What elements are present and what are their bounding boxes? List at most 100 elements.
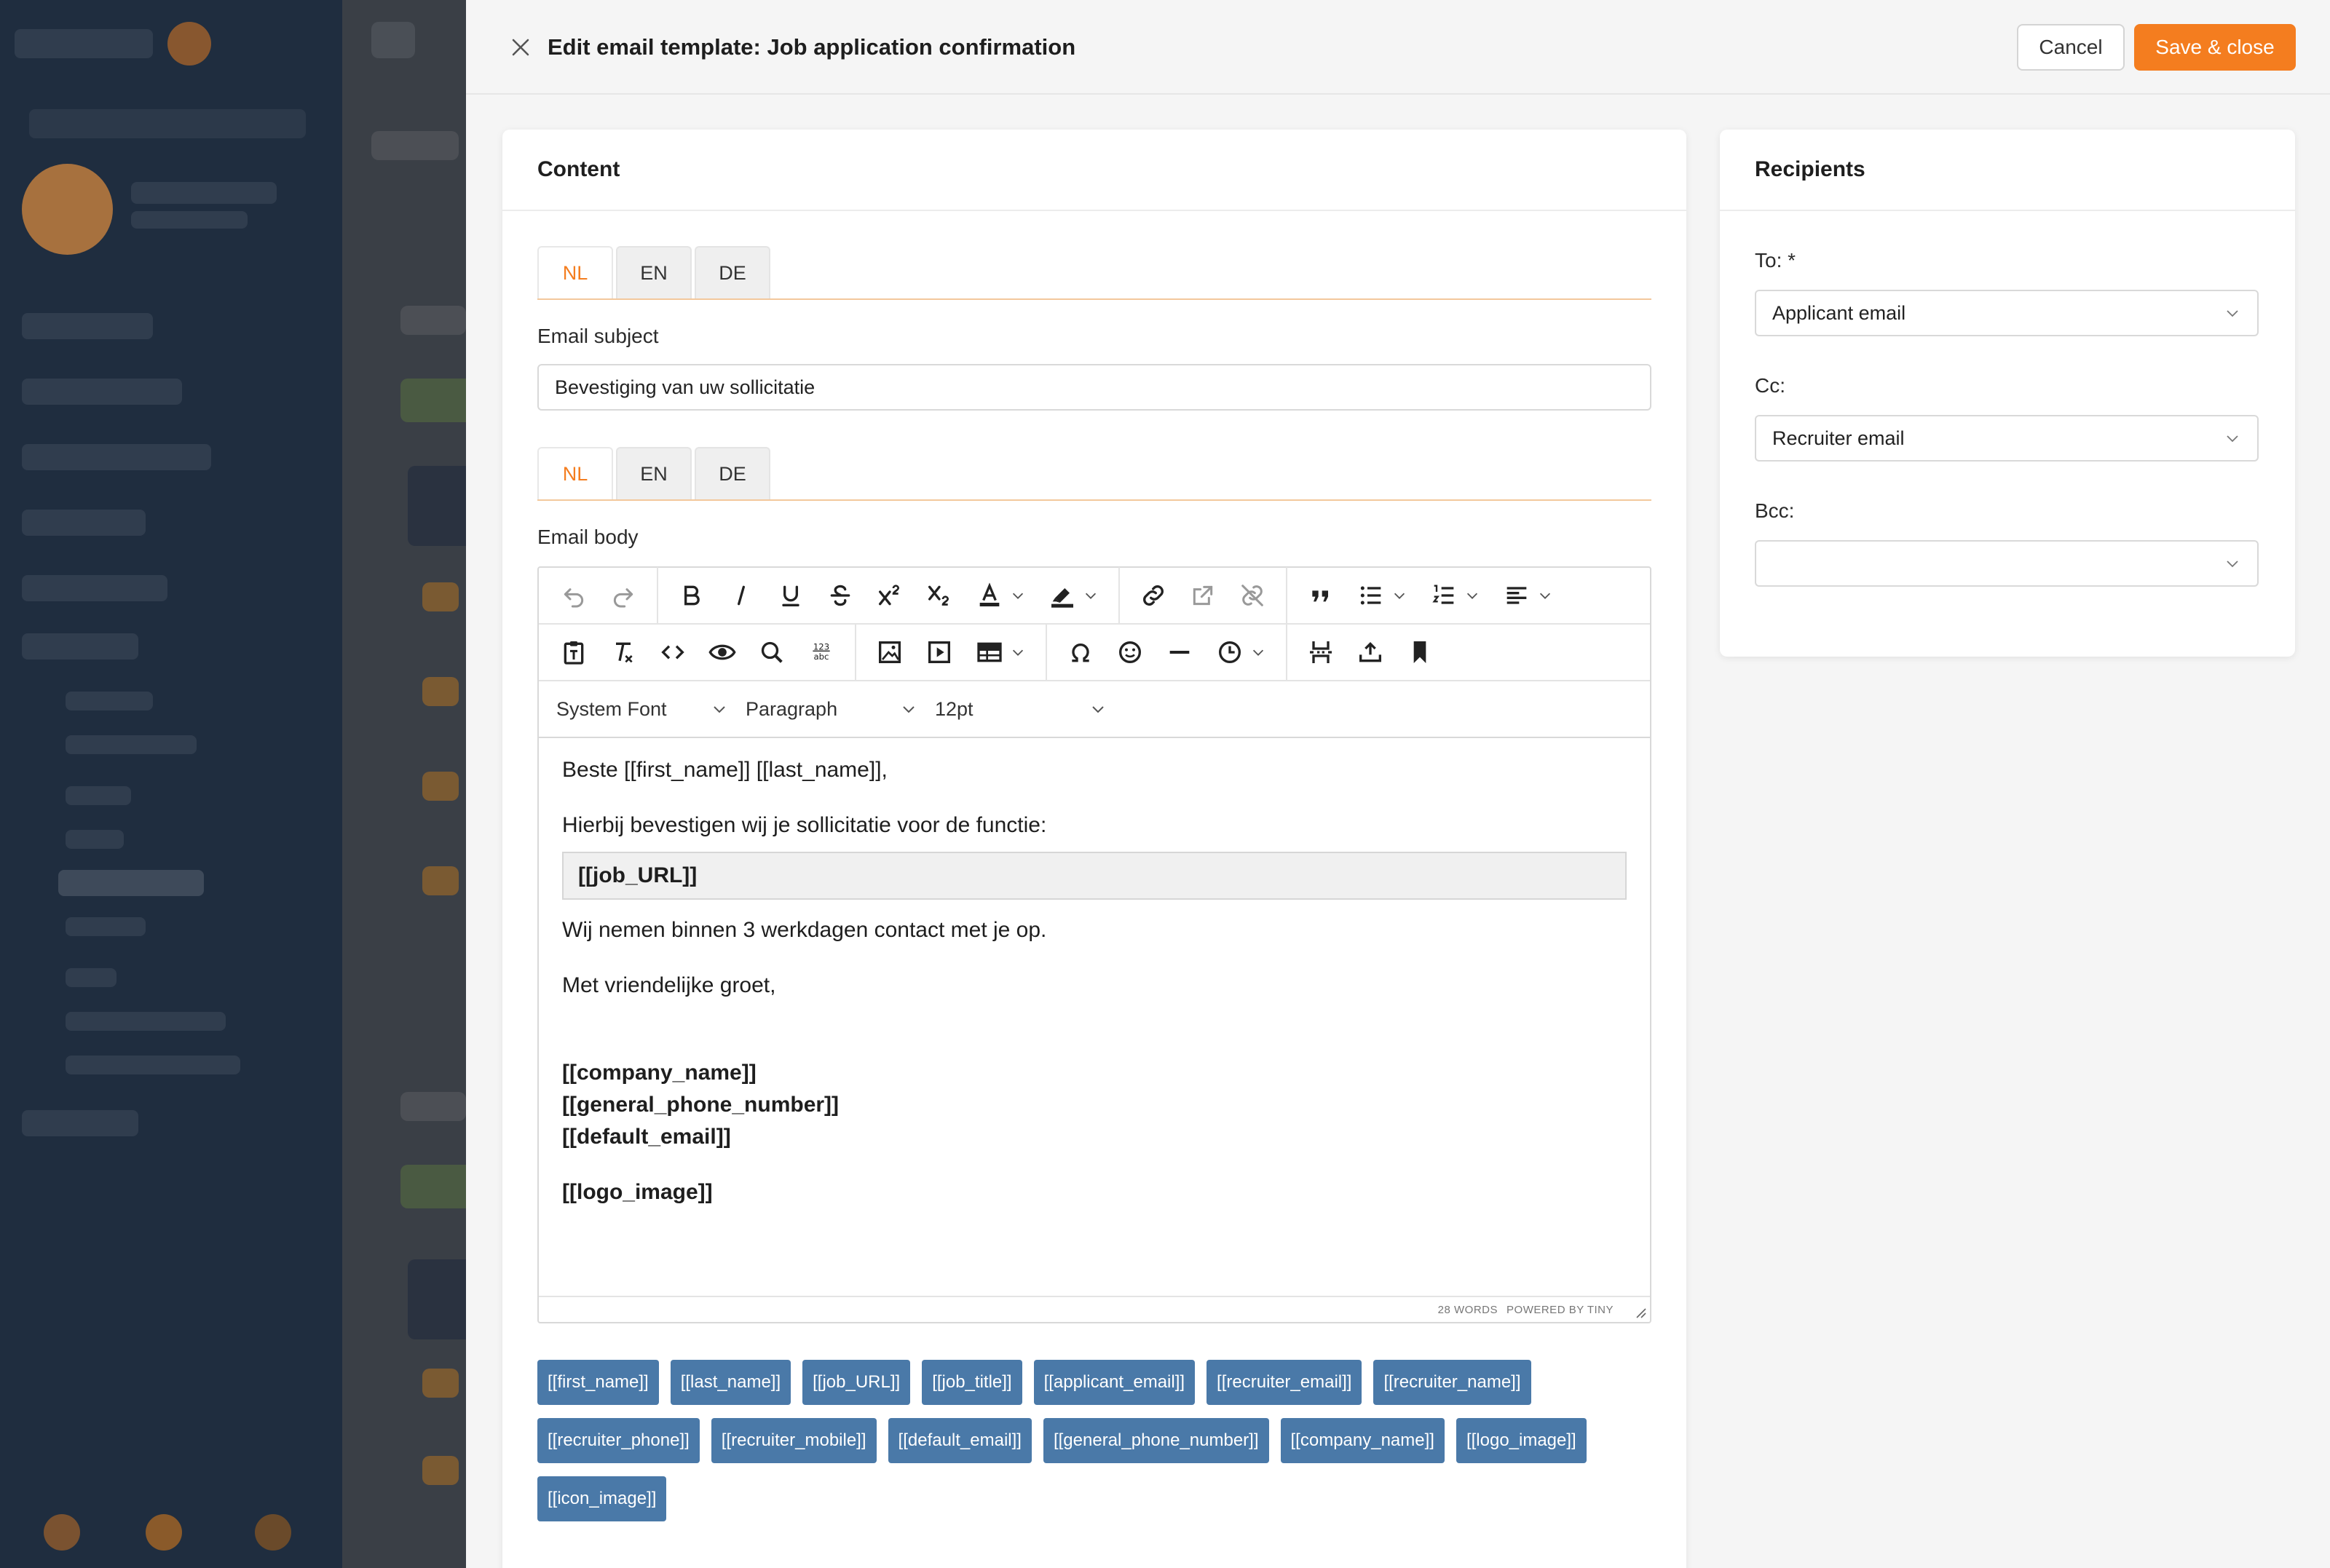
placeholder-tag[interactable]: [[default_email]] — [888, 1418, 1032, 1463]
body-email: [[default_email]] — [562, 1125, 731, 1149]
email-subject-input[interactable]: Bevestiging van uw sollicitatie — [537, 364, 1651, 411]
block-format-value: Paragraph — [746, 697, 838, 720]
table-icon — [977, 642, 1002, 662]
resize-handle-icon[interactable] — [1632, 1304, 1647, 1319]
placeholder-tag[interactable]: [[recruiter_phone]] — [537, 1418, 700, 1463]
open-link-button[interactable] — [1178, 574, 1228, 617]
bullet-list-button[interactable] — [1346, 574, 1418, 617]
placeholder-tag[interactable]: [[company_name]] — [1280, 1418, 1445, 1463]
save-close-button[interactable]: Save & close — [2134, 24, 2296, 71]
placeholder-tag[interactable]: [[job_URL]] — [802, 1360, 911, 1405]
subscript-button[interactable] — [915, 574, 964, 617]
undo-button[interactable] — [549, 574, 599, 617]
horizontal-line-button[interactable] — [1155, 630, 1204, 674]
chevron-down-icon — [1394, 593, 1405, 599]
page-break-button[interactable] — [1296, 630, 1346, 674]
italic-icon — [738, 585, 745, 606]
tab-body-nl[interactable]: NL — [537, 447, 613, 499]
superscript-button[interactable] — [865, 574, 915, 617]
placeholder-tag[interactable]: [[recruiter_mobile]] — [711, 1418, 877, 1463]
insert-template-button[interactable] — [1346, 630, 1395, 674]
placeholder-tag[interactable]: [[icon_image]] — [537, 1476, 667, 1521]
recipients-heading: Recipients — [1720, 130, 2295, 211]
cancel-button[interactable]: Cancel — [2017, 24, 2125, 71]
spellcheck-button[interactable]: 123 abc — [797, 630, 846, 674]
unlink-button[interactable] — [1228, 574, 1277, 617]
text-color-button[interactable] — [964, 574, 1037, 617]
paste-text-button[interactable] — [549, 630, 599, 674]
placeholder-tag[interactable]: [[applicant_email]] — [1033, 1360, 1196, 1405]
insert-media-button[interactable] — [915, 630, 964, 674]
body-phone: [[general_phone_number]] — [562, 1093, 840, 1117]
tab-subject-en[interactable]: EN — [616, 246, 692, 298]
undo-icon — [564, 588, 584, 608]
chevron-down-icon — [1539, 593, 1551, 599]
font-size-select[interactable]: 12pt — [935, 698, 1107, 721]
search-replace-button[interactable] — [747, 630, 797, 674]
chevron-down-icon — [1092, 706, 1104, 713]
cc-value: Recruiter email — [1772, 427, 1905, 449]
insert-datetime-button[interactable] — [1204, 630, 1277, 674]
smiley-icon — [1119, 641, 1141, 663]
code-icon — [661, 645, 684, 660]
redo-button[interactable] — [599, 574, 648, 617]
placeholder-tag[interactable]: [[general_phone_number]] — [1043, 1418, 1269, 1463]
close-button[interactable] — [504, 31, 537, 64]
placeholder-tag[interactable]: [[first_name]] — [537, 1360, 659, 1405]
insert-table-button[interactable] — [964, 630, 1037, 674]
placeholder-tag[interactable]: [[recruiter_email]] — [1207, 1360, 1362, 1405]
editor-body[interactable]: Beste [[first_name]] [[last_name]], Hier… — [562, 754, 1627, 1208]
placeholder-tag[interactable]: [[logo_image]] — [1456, 1418, 1587, 1463]
external-link-icon — [1193, 585, 1213, 606]
chevron-down-icon — [1012, 649, 1024, 656]
recipients-card: Recipients To: * Applicant email Cc: Rec… — [1720, 130, 2295, 657]
edit-template-drawer: Edit email template: Job application con… — [466, 0, 2330, 1568]
placeholder-tag[interactable]: [[last_name]] — [670, 1360, 791, 1405]
tab-subject-de[interactable]: DE — [695, 246, 770, 298]
cc-select[interactable]: Recruiter email — [1755, 415, 2259, 462]
placeholder-tag[interactable]: [[job_title]] — [922, 1360, 1022, 1405]
drawer-header: Edit email template: Job application con… — [466, 0, 2330, 95]
numbered-list-button[interactable] — [1418, 574, 1491, 617]
horizontal-line-icon — [1169, 651, 1190, 654]
cc-label: Cc: — [1755, 374, 1785, 397]
to-select[interactable]: Applicant email — [1755, 290, 2259, 336]
font-family-select[interactable]: System Font — [556, 698, 728, 721]
underline-button[interactable] — [766, 574, 816, 617]
body-closing: Met vriendelijke groet, — [562, 973, 776, 997]
bold-button[interactable] — [667, 574, 716, 617]
tab-body-en[interactable]: EN — [616, 447, 692, 499]
to-label: To: * — [1755, 249, 1796, 272]
tab-subject-nl[interactable]: NL — [537, 246, 613, 298]
chevron-down-icon — [2227, 561, 2238, 568]
bookmark-icon — [1413, 641, 1426, 663]
rich-text-editor: 123 abc System Font Paragraph 12pt Beste… — [537, 566, 1651, 1323]
source-code-button[interactable] — [648, 630, 698, 674]
align-button[interactable] — [1491, 574, 1564, 617]
anchor-button[interactable] — [1395, 630, 1445, 674]
underline-icon — [782, 585, 799, 606]
svg-text:123: 123 — [813, 642, 829, 652]
upload-icon — [1359, 641, 1381, 662]
preview-button[interactable] — [698, 630, 747, 674]
strikethrough-icon — [830, 585, 850, 606]
highlight-color-button[interactable] — [1037, 574, 1110, 617]
editor-statusbar: 28 WORDS POWERED BY TINY — [539, 1296, 1650, 1322]
special-character-button[interactable] — [1056, 630, 1105, 674]
subscript-icon — [928, 585, 949, 606]
placeholder-tag[interactable]: [[recruiter_name]] — [1373, 1360, 1531, 1405]
bcc-select[interactable] — [1755, 540, 2259, 587]
clear-format-icon — [616, 642, 633, 663]
emoji-button[interactable] — [1105, 630, 1155, 674]
block-format-select[interactable]: Paragraph — [746, 698, 917, 721]
insert-link-button[interactable] — [1129, 574, 1178, 617]
format-selectors: System Font Paragraph 12pt — [539, 681, 1650, 738]
chevron-down-icon — [714, 706, 725, 713]
insert-image-button[interactable] — [865, 630, 915, 674]
strikethrough-button[interactable] — [816, 574, 865, 617]
clear-formatting-button[interactable] — [599, 630, 648, 674]
italic-button[interactable] — [716, 574, 766, 617]
chevron-down-icon — [1252, 649, 1264, 656]
tab-body-de[interactable]: DE — [695, 447, 770, 499]
blockquote-button[interactable] — [1296, 574, 1346, 617]
